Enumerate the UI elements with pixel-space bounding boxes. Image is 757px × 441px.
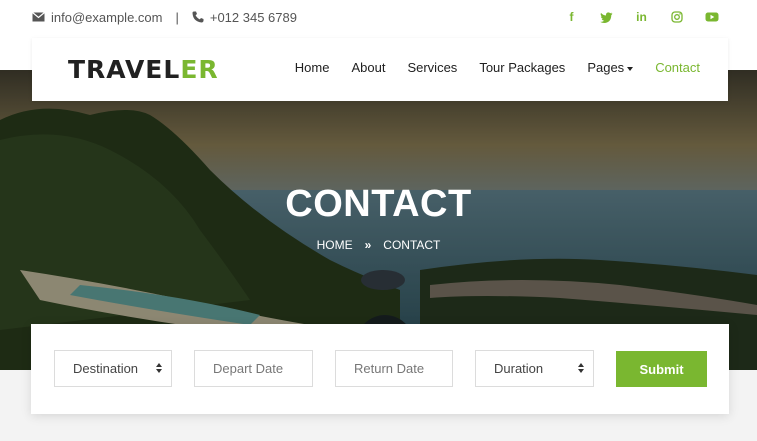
destination-value: Destination — [73, 361, 139, 376]
linkedin-icon[interactable]: in — [624, 8, 659, 26]
instagram-icon[interactable] — [659, 8, 694, 26]
nav-home[interactable]: Home — [295, 60, 330, 75]
social-links: f in — [554, 8, 729, 26]
submit-button[interactable]: Submit — [616, 351, 707, 387]
nav-contact[interactable]: Contact — [655, 60, 700, 75]
select-arrows-icon — [156, 363, 162, 375]
phone-icon — [192, 11, 204, 23]
nav-pages-label: Pages — [587, 60, 625, 75]
contact-info: info@example.com | +012 345 6789 — [32, 7, 297, 27]
email-text[interactable]: info@example.com — [51, 10, 162, 25]
duration-select[interactable]: Duration — [475, 350, 594, 387]
return-date-placeholder: Return Date — [354, 361, 425, 376]
brand-logo[interactable]: TRAVELER — [68, 55, 219, 84]
return-date-input[interactable]: Return Date — [335, 350, 453, 387]
envelope-icon — [32, 12, 45, 22]
nav-pages-dropdown[interactable]: Pages — [587, 60, 634, 75]
nav-tour-packages[interactable]: Tour Packages — [479, 60, 565, 75]
depart-date-placeholder: Depart Date — [213, 361, 284, 376]
breadcrumb-home[interactable]: HOME — [317, 238, 353, 252]
twitter-icon[interactable] — [589, 8, 624, 26]
select-arrows-icon — [578, 363, 584, 375]
double-chevron-right-icon: » — [364, 238, 372, 252]
separator: | — [175, 9, 179, 25]
nav-about[interactable]: About — [351, 60, 385, 75]
navbar: TRAVELER Home About Services Tour Packag… — [32, 38, 728, 101]
breadcrumb-current: CONTACT — [383, 238, 441, 252]
duration-value: Duration — [494, 361, 544, 376]
facebook-icon[interactable]: f — [554, 8, 589, 26]
phone-text[interactable]: +012 345 6789 — [210, 10, 297, 25]
nav-services[interactable]: Services — [407, 60, 457, 75]
depart-date-input[interactable]: Depart Date — [194, 350, 313, 387]
caret-down-icon — [627, 66, 634, 71]
nav-menu: Home About Services Tour Packages Pages … — [273, 60, 700, 75]
brand-main: TRAVEL — [68, 55, 181, 84]
brand-accent: ER — [180, 55, 219, 84]
youtube-icon[interactable] — [694, 8, 729, 26]
breadcrumb: HOME » CONTACT — [0, 238, 757, 252]
booking-form: Destination Depart Date Return Date Dura… — [31, 324, 729, 414]
page-title: CONTACT — [285, 183, 472, 225]
destination-select[interactable]: Destination — [54, 350, 172, 387]
